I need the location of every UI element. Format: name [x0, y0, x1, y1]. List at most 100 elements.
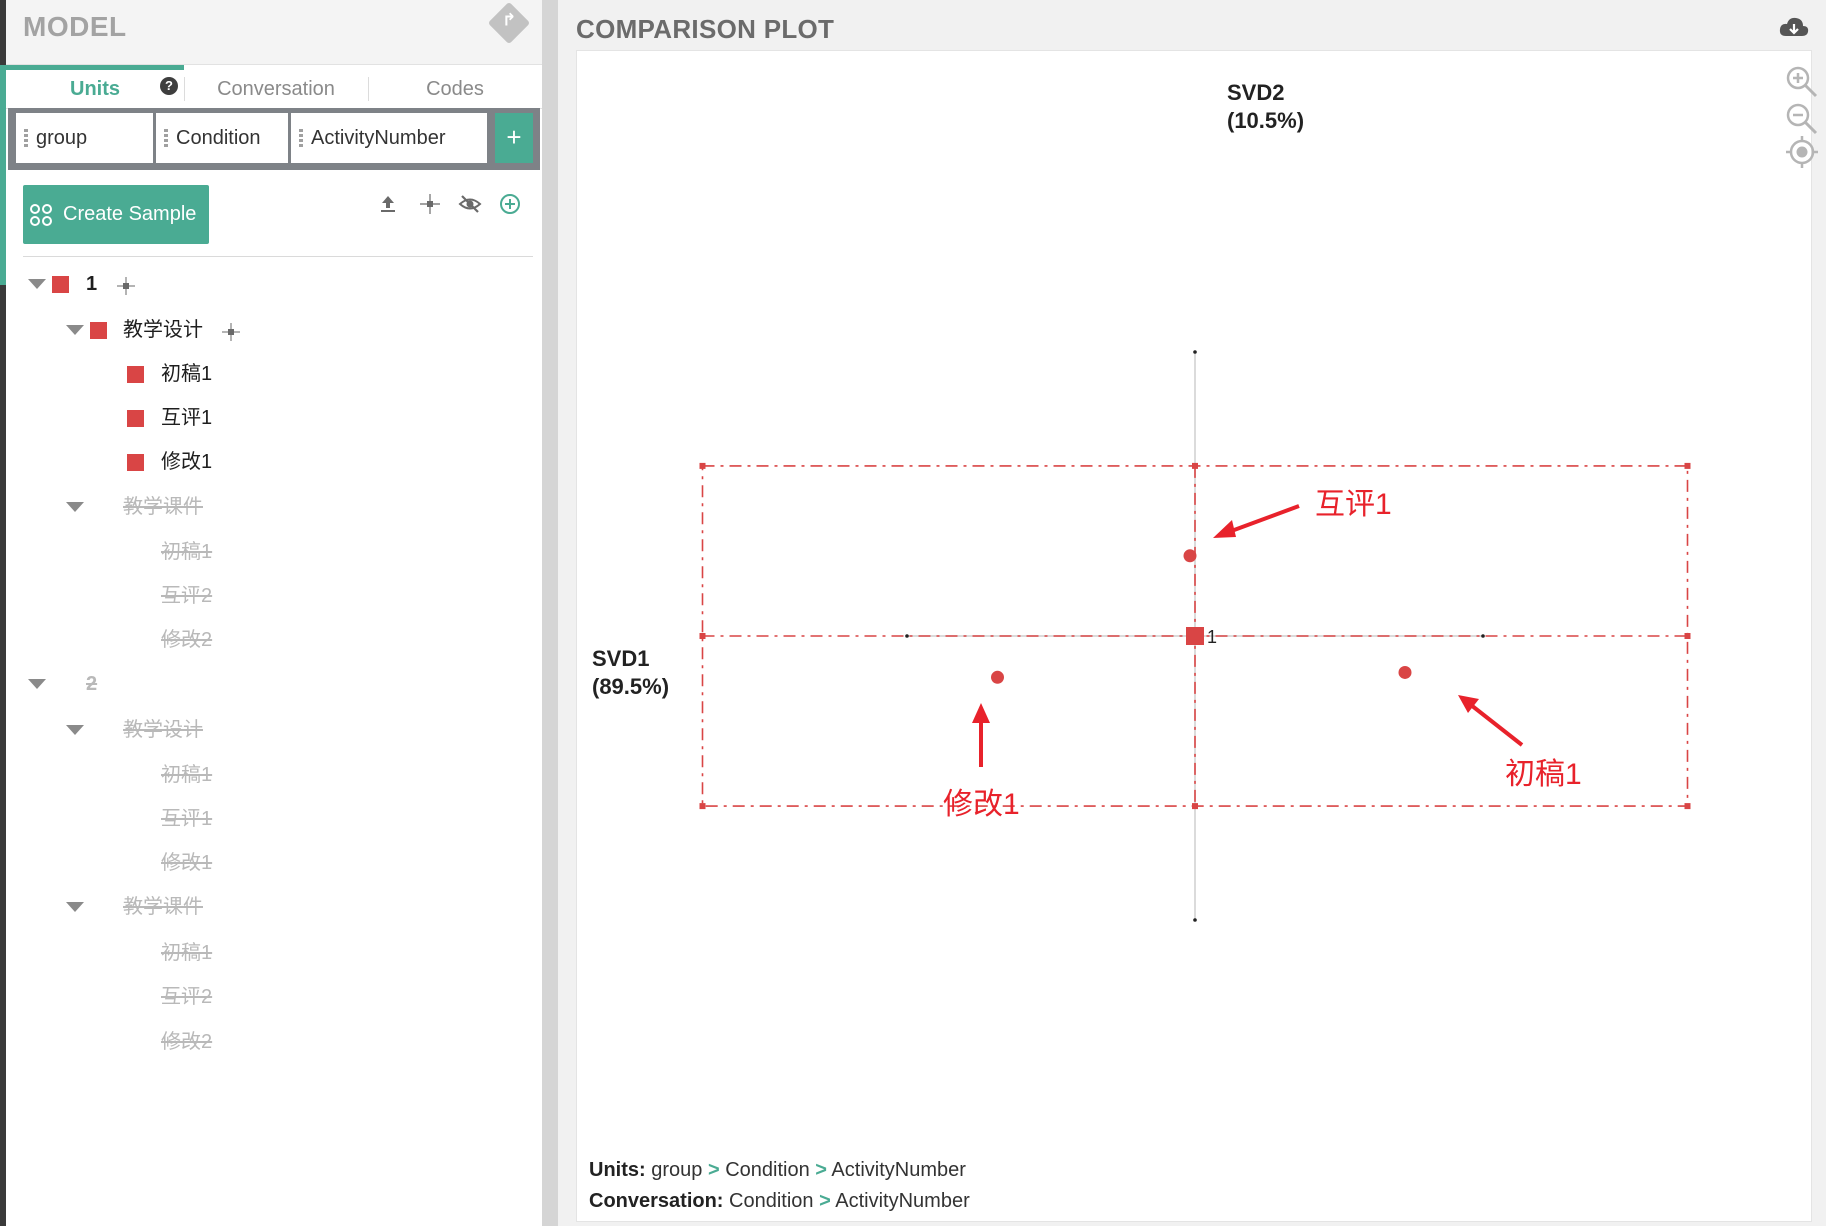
sample-circles-icon	[30, 204, 52, 226]
tree-item[interactable]: 互评2	[6, 580, 536, 612]
tab-conversation-label: Conversation	[217, 78, 335, 100]
unit-chip-label: group	[36, 127, 88, 149]
model-header: MODEL ↱	[6, 0, 542, 65]
caret-down-icon[interactable]	[66, 902, 84, 912]
tree-group-2[interactable]: 2	[6, 668, 536, 700]
confidence-box-handle	[699, 803, 706, 810]
annotation-arrow	[1469, 703, 1524, 747]
tree-item-label: 互评2	[161, 585, 213, 607]
tree-condition-label: 教学设计	[123, 319, 203, 341]
unit-chip-label: ActivityNumber	[311, 127, 446, 149]
tree-item[interactable]: 初稿1	[6, 937, 536, 969]
data-point	[991, 670, 1004, 684]
drag-handle-icon[interactable]	[299, 129, 303, 147]
confidence-box-handle	[699, 462, 706, 469]
conversation-summary-line: Conversation: Condition > ActivityNumber	[589, 1186, 970, 1217]
caret-down-icon[interactable]	[28, 279, 46, 289]
caret-down-icon[interactable]	[66, 502, 84, 512]
unit-chip-group[interactable]: group	[16, 113, 153, 163]
axis-end-dot	[1193, 350, 1197, 354]
tree-item[interactable]: 修改2	[6, 1026, 536, 1058]
confidence-box-handle	[1684, 633, 1691, 639]
tree-item[interactable]: 互评1	[6, 803, 536, 835]
recenter-icon[interactable]	[1785, 135, 1819, 169]
plot-canvas[interactable]: 1 互评1 修改1 初稿1 SVD2 (10.5%) SVD1 (89.5%)	[576, 50, 1818, 1223]
tree-item[interactable]: 互评1	[6, 402, 536, 434]
caret-down-icon[interactable]	[28, 679, 46, 689]
color-swatch[interactable]	[127, 366, 144, 383]
tree-condition[interactable]: 教学设计	[6, 314, 536, 346]
tree-condition[interactable]: 教学设计	[6, 714, 536, 746]
model-tabs: Units ? Conversation Codes	[6, 65, 542, 109]
unit-chip-label: Condition	[176, 127, 261, 149]
tab-units[interactable]: Units	[6, 65, 184, 109]
zoom-out-icon[interactable]	[1785, 102, 1819, 136]
breadcrumb-separator: >	[707, 1159, 720, 1181]
color-swatch[interactable]	[90, 322, 107, 339]
drag-handle-icon[interactable]	[164, 129, 168, 147]
unit-chip-activitynumber[interactable]: ActivityNumber	[291, 113, 487, 163]
breadcrumb-separator: >	[815, 1159, 827, 1181]
tab-codes[interactable]: Codes	[368, 65, 542, 109]
tab-codes-label: Codes	[426, 78, 484, 100]
units-summary-line: Units: group > Condition > ActivityNumbe…	[589, 1155, 970, 1186]
conversation-path-item: Condition	[729, 1190, 814, 1212]
unit-chip-condition[interactable]: Condition	[156, 113, 288, 163]
tree-item[interactable]: 修改1	[6, 446, 536, 478]
add-unit-button[interactable]: +	[495, 113, 533, 163]
panel-splitter[interactable]	[542, 0, 558, 1226]
center-target-icon[interactable]	[222, 323, 240, 341]
tree-group-label: 2	[86, 673, 98, 695]
add-circle-icon[interactable]	[498, 192, 522, 216]
create-sample-button[interactable]: Create Sample	[23, 185, 209, 244]
svd2-title: SVD2	[1227, 80, 1285, 105]
mean-point-label: 1	[1207, 627, 1217, 647]
color-swatch[interactable]	[127, 410, 144, 427]
tab-conversation[interactable]: Conversation	[184, 65, 368, 109]
tree-item-label: 初稿1	[161, 764, 213, 786]
tree-item-label: 初稿1	[161, 363, 213, 385]
caret-down-icon[interactable]	[66, 325, 84, 335]
tree-condition[interactable]: 教学课件	[6, 891, 536, 923]
tree-item-label: 修改2	[161, 1031, 213, 1053]
center-target-icon[interactable]	[117, 277, 135, 295]
caret-down-icon[interactable]	[66, 725, 84, 735]
drag-handle-icon[interactable]	[24, 129, 28, 147]
svd1-title: SVD1	[592, 646, 650, 671]
tree-item[interactable]: 修改2	[6, 624, 536, 656]
plot-title: COMPARISON PLOT	[576, 14, 835, 44]
share-icon[interactable]: ↱	[487, 1, 531, 45]
model-panel: MODEL ↱ Units ? Conversation Codes group…	[6, 0, 542, 1226]
color-swatch[interactable]	[127, 454, 144, 471]
tree-item[interactable]: 互评2	[6, 981, 536, 1013]
tree-item-label: 互评2	[161, 986, 213, 1008]
svd2-variance: (10.5%)	[1227, 108, 1305, 133]
tree-item-label: 修改1	[161, 451, 213, 473]
tree-item[interactable]: 初稿1	[6, 759, 536, 791]
comparison-plot[interactable]: 1 互评1 修改1 初稿1	[577, 51, 1813, 1223]
units-path-item: group	[651, 1159, 703, 1181]
zoom-in-icon[interactable]	[1785, 65, 1819, 99]
annotation-arrow	[1225, 504, 1300, 535]
comparison-plot-panel: COMPARISON PLOT 1 互评1 修改1 初稿1 SVD2 (10.5…	[558, 0, 1826, 1226]
upload-icon[interactable]	[376, 192, 400, 216]
tree-condition[interactable]: 教学课件	[6, 491, 536, 523]
tree-group-1[interactable]: 1	[6, 268, 536, 300]
cloud-download-icon[interactable]	[1778, 14, 1810, 40]
confidence-box-handle	[699, 633, 706, 639]
units-path-item: ActivityNumber	[831, 1159, 966, 1181]
tree-item-label: 修改2	[161, 629, 213, 651]
help-icon[interactable]: ?	[160, 77, 178, 95]
center-target-icon[interactable]	[418, 192, 442, 216]
annotation-label: 互评1	[1315, 488, 1392, 521]
color-swatch[interactable]	[52, 276, 69, 293]
conversation-path-item: ActivityNumber	[835, 1190, 970, 1212]
annotation-label: 修改1	[943, 788, 1020, 821]
svd1-axis-label: SVD1 (89.5%)	[592, 645, 669, 701]
confidence-box-handle	[1684, 462, 1691, 469]
tree-item[interactable]: 初稿1	[6, 536, 536, 568]
tree-item[interactable]: 初稿1	[6, 358, 536, 390]
tree-item[interactable]: 修改1	[6, 847, 536, 879]
tree-condition-label: 教学课件	[123, 496, 203, 518]
hide-eye-icon[interactable]	[458, 192, 482, 216]
